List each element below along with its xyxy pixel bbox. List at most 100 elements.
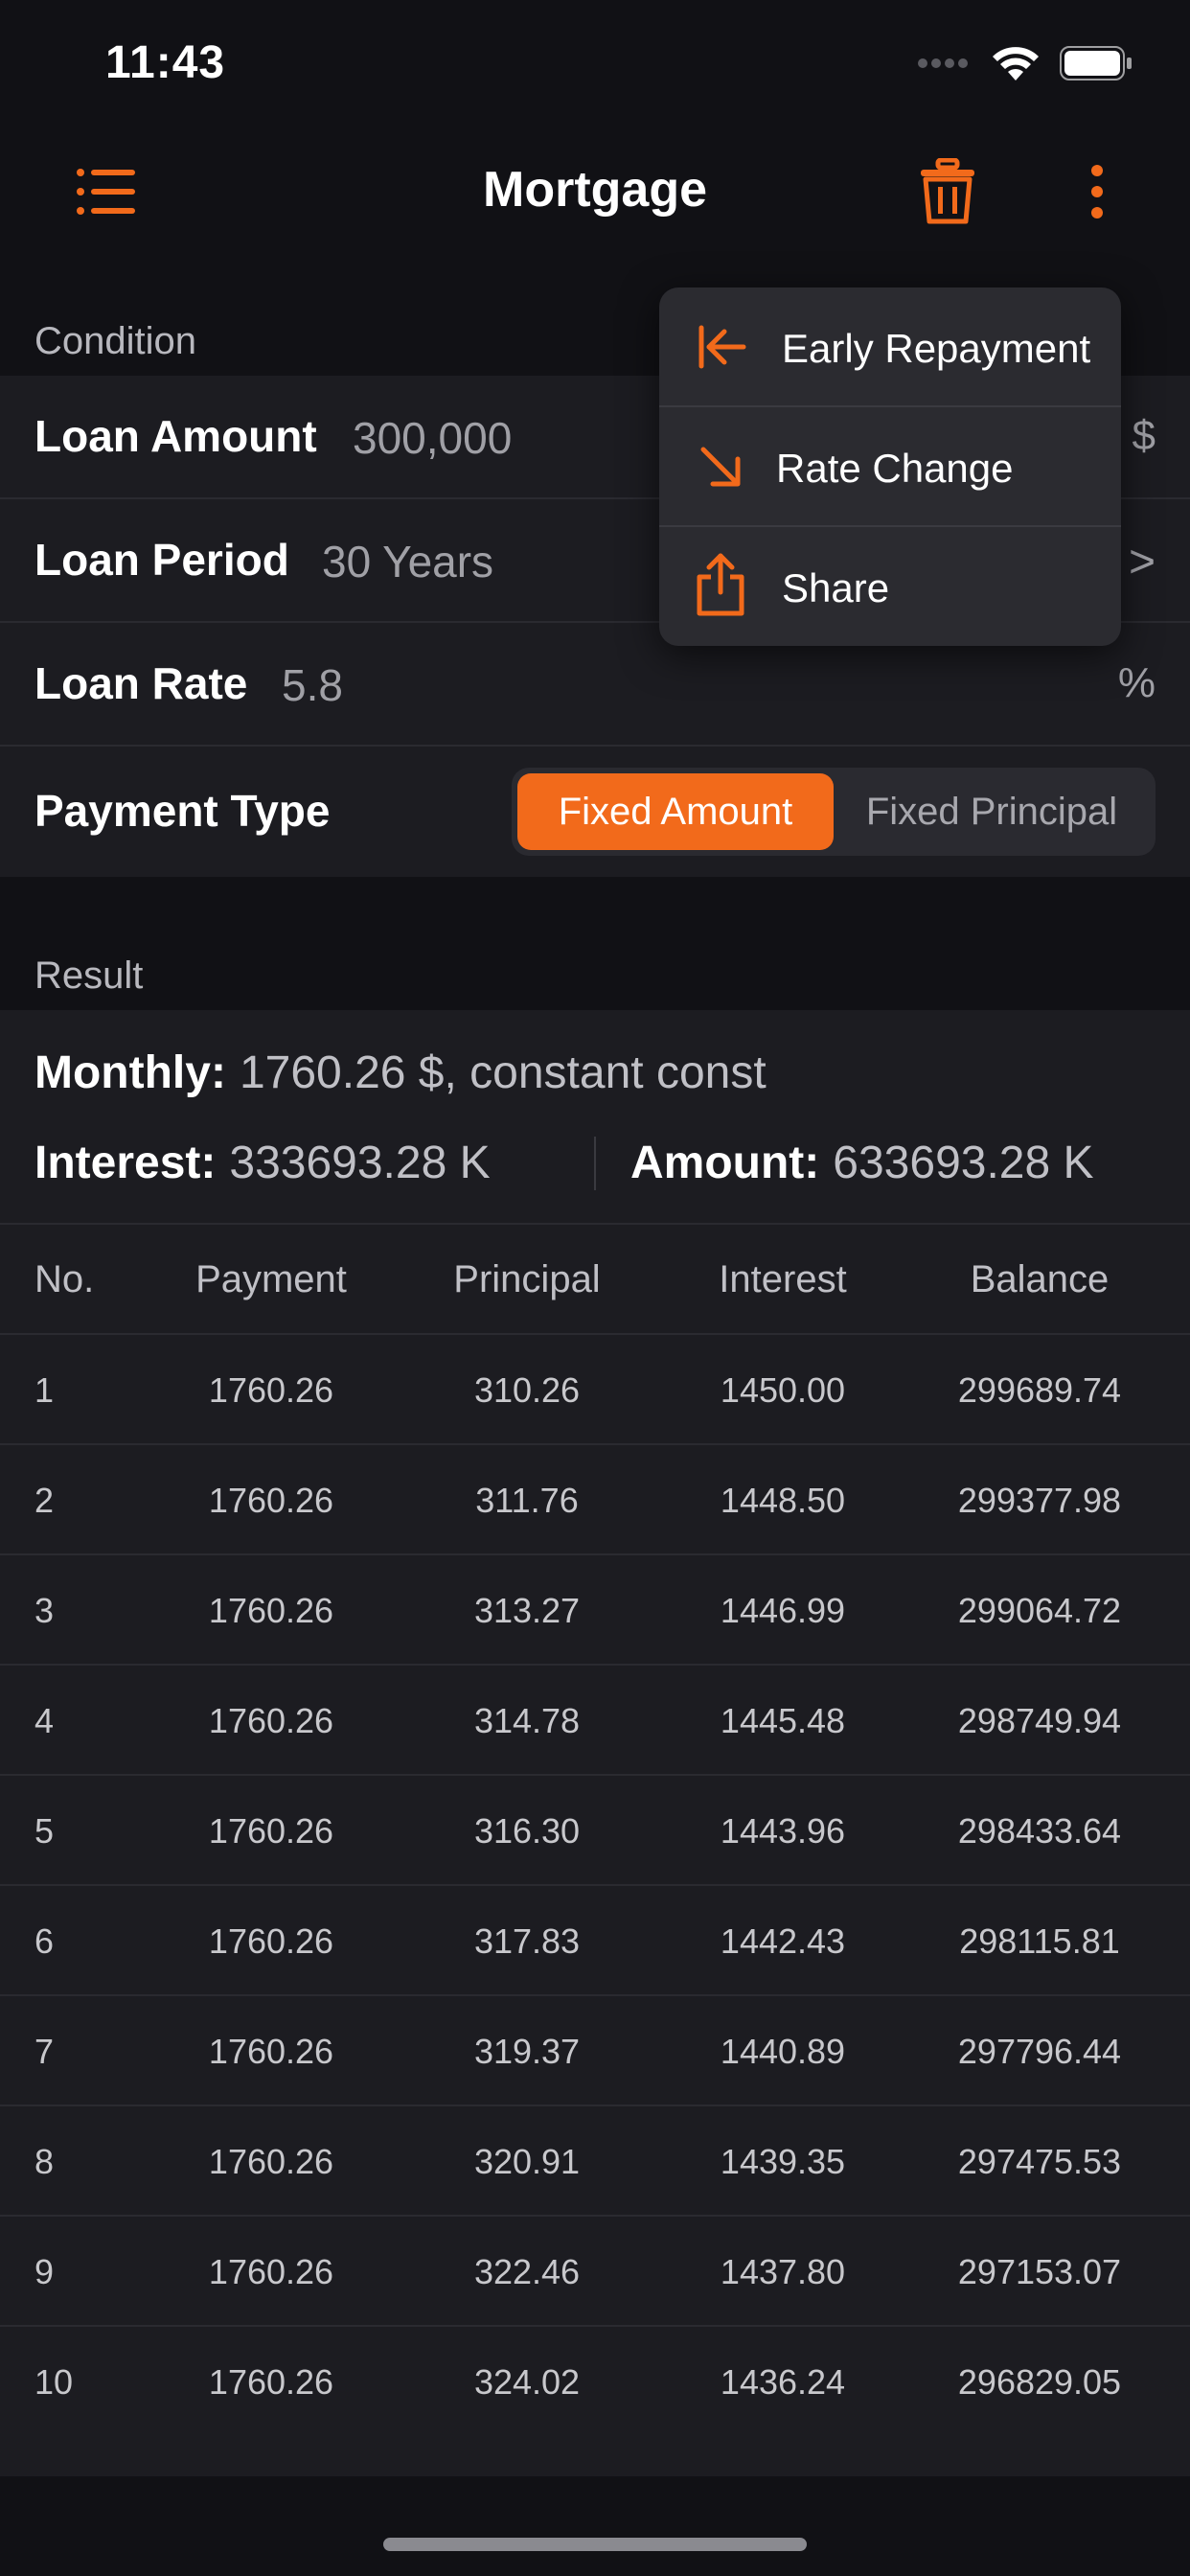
more-vertical-icon[interactable]	[1083, 155, 1111, 228]
loan-amount-label: Loan Amount	[34, 411, 317, 461]
cell-interest: 1445.48	[720, 1701, 846, 1740]
cell-payment: 1760.26	[208, 1811, 334, 1851]
cell-interest: 1442.43	[720, 1921, 846, 1961]
cell-balance: 296829.05	[957, 2362, 1122, 2402]
header-no: No.	[34, 1258, 95, 1300]
result-group: Monthly: 1760.26 $, constant const Intere…	[0, 1010, 1190, 2476]
cell-no: 6	[34, 1921, 55, 1961]
table-row: 1 1760.26 310.26 1450.00 299689.74	[0, 1333, 1190, 1443]
header-principal: Principal	[453, 1258, 601, 1300]
wifi-icon	[993, 47, 1039, 80]
header-balance: Balance	[970, 1258, 1110, 1300]
amount-value: 633693.28 K	[833, 1138, 1094, 1188]
interest-label: Interest:	[34, 1138, 217, 1188]
cell-payment: 1760.26	[208, 1591, 334, 1630]
cell-interest: 1443.96	[720, 1811, 846, 1851]
cell-no: 8	[34, 2142, 55, 2181]
segment-fixed-amount[interactable]: Fixed Amount	[517, 773, 834, 850]
monthly-result: Monthly: 1760.26 $, constant const	[34, 1046, 767, 1099]
table-row: 8 1760.26 320.91 1439.35 297475.53	[0, 2104, 1190, 2215]
loan-amount-input[interactable]: 300,000	[353, 412, 512, 464]
amortization-table: No. Payment Principal Interest Balance 1…	[0, 1223, 1190, 2435]
cell-interest: 1440.89	[720, 2032, 846, 2071]
cell-balance: 299064.72	[957, 1591, 1122, 1630]
cell-payment: 1760.26	[208, 2142, 334, 2181]
loan-period-value[interactable]: 30 Years	[322, 536, 493, 587]
cell-principal: 314.78	[473, 1701, 581, 1740]
cell-no: 3	[34, 1591, 55, 1630]
cell-no: 5	[34, 1811, 55, 1851]
cell-interest: 1436.24	[720, 2362, 846, 2402]
cell-payment: 1760.26	[208, 1370, 334, 1410]
cell-balance: 298433.64	[957, 1811, 1122, 1851]
cell-no: 7	[34, 2032, 55, 2071]
cell-principal: 316.30	[473, 1811, 581, 1851]
condition-header: Condition	[34, 320, 197, 362]
menu-item-early-repayment[interactable]: Early Repayment	[659, 288, 1121, 407]
cell-no: 1	[34, 1370, 55, 1410]
cell-balance: 298115.81	[959, 1921, 1120, 1961]
table-header: No. Payment Principal Interest Balance	[0, 1223, 1190, 1333]
cell-no: 9	[34, 2252, 55, 2291]
amount-label: Amount:	[630, 1138, 820, 1188]
header-payment: Payment	[195, 1258, 347, 1300]
loan-period-label: Loan Period	[34, 535, 289, 585]
cell-no: 4	[34, 1701, 55, 1740]
cell-payment: 1760.26	[208, 1701, 334, 1740]
arrow-left-to-line-icon	[698, 325, 746, 369]
monthly-label: Monthly:	[34, 1047, 226, 1098]
table-row: 10 1760.26 324.02 1436.24 296829.05	[0, 2325, 1190, 2435]
menu-item-share[interactable]: Share	[659, 527, 1121, 646]
page-title: Mortgage	[483, 162, 707, 218]
cell-principal: 324.02	[473, 2362, 581, 2402]
table-row: 2 1760.26 311.76 1448.50 299377.98	[0, 1443, 1190, 1553]
result-divider	[594, 1137, 596, 1190]
loan-amount-unit: $	[1132, 412, 1156, 459]
status-icons	[916, 44, 1133, 82]
payment-type-row: Payment Type Fixed Amount Fixed Principa…	[0, 747, 1190, 877]
cell-no: 10	[34, 2362, 74, 2402]
table-row: 6 1760.26 317.83 1442.43 298115.81	[0, 1884, 1190, 1994]
amount-result: Amount: 633693.28 K	[630, 1137, 1094, 1189]
status-bar: 11:43	[0, 0, 1190, 125]
loan-rate-unit: %	[1117, 659, 1156, 706]
trash-icon[interactable]	[918, 155, 977, 228]
cell-interest: 1437.80	[720, 2252, 846, 2291]
payment-type-label: Payment Type	[34, 786, 331, 836]
segment-fixed-principal[interactable]: Fixed Principal	[834, 773, 1150, 850]
cell-balance: 298749.94	[957, 1701, 1122, 1740]
menu-item-rate-change[interactable]: Rate Change	[659, 407, 1121, 527]
cell-principal: 310.26	[473, 1370, 581, 1410]
table-body: 1 1760.26 310.26 1450.00 299689.74 2 1760.26 31…	[0, 1333, 1190, 2435]
cell-payment: 1760.26	[208, 1481, 334, 1520]
cell-balance: 297153.07	[957, 2252, 1122, 2291]
loan-rate-input[interactable]: 5.8	[282, 659, 343, 711]
cell-principal: 319.37	[473, 2032, 581, 2071]
cell-no: 2	[34, 1481, 55, 1520]
cell-interest: 1448.50	[720, 1481, 846, 1520]
cell-balance: 299689.74	[957, 1370, 1122, 1410]
more-menu: Early Repayment Rate Change Share	[659, 288, 1121, 646]
cell-interest: 1439.35	[720, 2142, 846, 2181]
nav-bar: Mortgage	[0, 134, 1190, 249]
payment-type-segmented-control[interactable]: Fixed Amount Fixed Principal	[512, 768, 1156, 856]
table-row: 7 1760.26 319.37 1440.89 297796.44	[0, 1994, 1190, 2104]
cell-principal: 322.46	[473, 2252, 581, 2291]
menu-label-share: Share	[782, 565, 890, 610]
menu-label-early-repayment: Early Repayment	[782, 326, 1091, 371]
header-interest: Interest	[719, 1258, 847, 1300]
cell-balance: 297475.53	[957, 2142, 1122, 2181]
cell-interest: 1446.99	[720, 1591, 846, 1630]
interest-result: Interest: 333693.28 K	[34, 1137, 491, 1189]
cell-payment: 1760.26	[208, 2252, 334, 2291]
home-indicator	[383, 2538, 807, 2551]
signal-dots-icon	[918, 58, 968, 68]
cell-principal: 317.83	[473, 1921, 581, 1961]
status-time: 11:43	[105, 37, 226, 88]
table-row: 9 1760.26 322.46 1437.80 297153.07	[0, 2215, 1190, 2325]
table-row: 4 1760.26 314.78 1445.48 298749.94	[0, 1664, 1190, 1774]
cell-payment: 1760.26	[208, 1921, 334, 1961]
loan-rate-label: Loan Rate	[34, 658, 248, 708]
cell-principal: 311.76	[475, 1481, 579, 1520]
monthly-value: 1760.26 $, constant const	[239, 1047, 767, 1098]
